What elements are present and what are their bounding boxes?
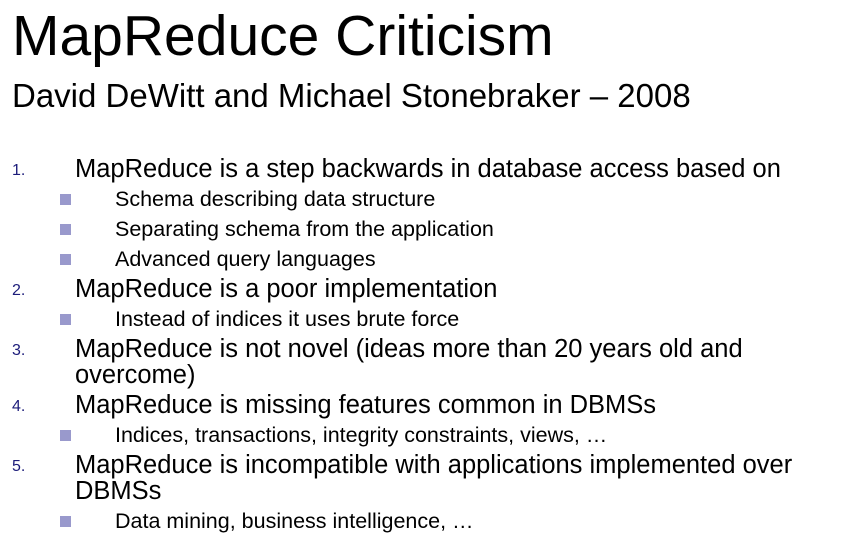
sub-item: Instead of indices it uses brute force <box>0 306 851 332</box>
square-bullet-icon <box>60 430 71 441</box>
sub-item-text: Indices, transactions, integrity constra… <box>115 423 608 447</box>
item-text: MapReduce is not novel (ideas more than … <box>75 335 743 389</box>
list-item: 2. MapReduce is a poor implementation <box>0 276 835 302</box>
sub-item: Indices, transactions, integrity constra… <box>0 422 851 448</box>
sub-item: Schema describing data structure <box>0 186 851 212</box>
item-number: 1. <box>12 162 26 179</box>
criticism-list: 1. MapReduce is a step backwards in datab… <box>0 152 851 534</box>
item-number: 3. <box>12 342 26 359</box>
item-text: MapReduce is incompatible with applicati… <box>75 451 793 505</box>
sub-item: Separating schema from the application <box>0 216 851 242</box>
list-item: 1. MapReduce is a step backwards in datab… <box>0 156 835 182</box>
item-text: MapReduce is a poor implementation <box>75 275 498 303</box>
item-number: 2. <box>12 282 26 299</box>
square-bullet-icon <box>60 516 71 527</box>
sub-item-text: Separating schema from the application <box>115 217 494 241</box>
sub-item: Data mining, business intelligence, … <box>0 508 851 534</box>
item-number: 4. <box>12 398 26 415</box>
square-bullet-icon <box>60 254 71 265</box>
sub-item: Advanced query languages <box>0 246 851 272</box>
sub-item-text: Data mining, business intelligence, … <box>115 509 474 533</box>
sub-item-text: Schema describing data structure <box>115 187 436 211</box>
square-bullet-icon <box>60 314 71 325</box>
list-item: 4. MapReduce is missing features common i… <box>0 392 835 418</box>
item-text: MapReduce is missing features common in … <box>75 391 657 419</box>
list-item: 5. MapReduce is incompatible with applica… <box>0 452 835 504</box>
slide-title: MapReduce Criticism <box>12 4 554 68</box>
list-item: 3. MapReduce is not novel (ideas more tha… <box>0 336 835 388</box>
item-text: MapReduce is a step backwards in databas… <box>75 155 781 183</box>
sub-item-text: Advanced query languages <box>115 247 376 271</box>
slide-subtitle: David DeWitt and Michael Stonebraker – 2… <box>12 77 691 114</box>
sub-item-text: Instead of indices it uses brute force <box>115 307 460 331</box>
square-bullet-icon <box>60 224 71 235</box>
square-bullet-icon <box>60 194 71 205</box>
item-number: 5. <box>12 458 26 475</box>
